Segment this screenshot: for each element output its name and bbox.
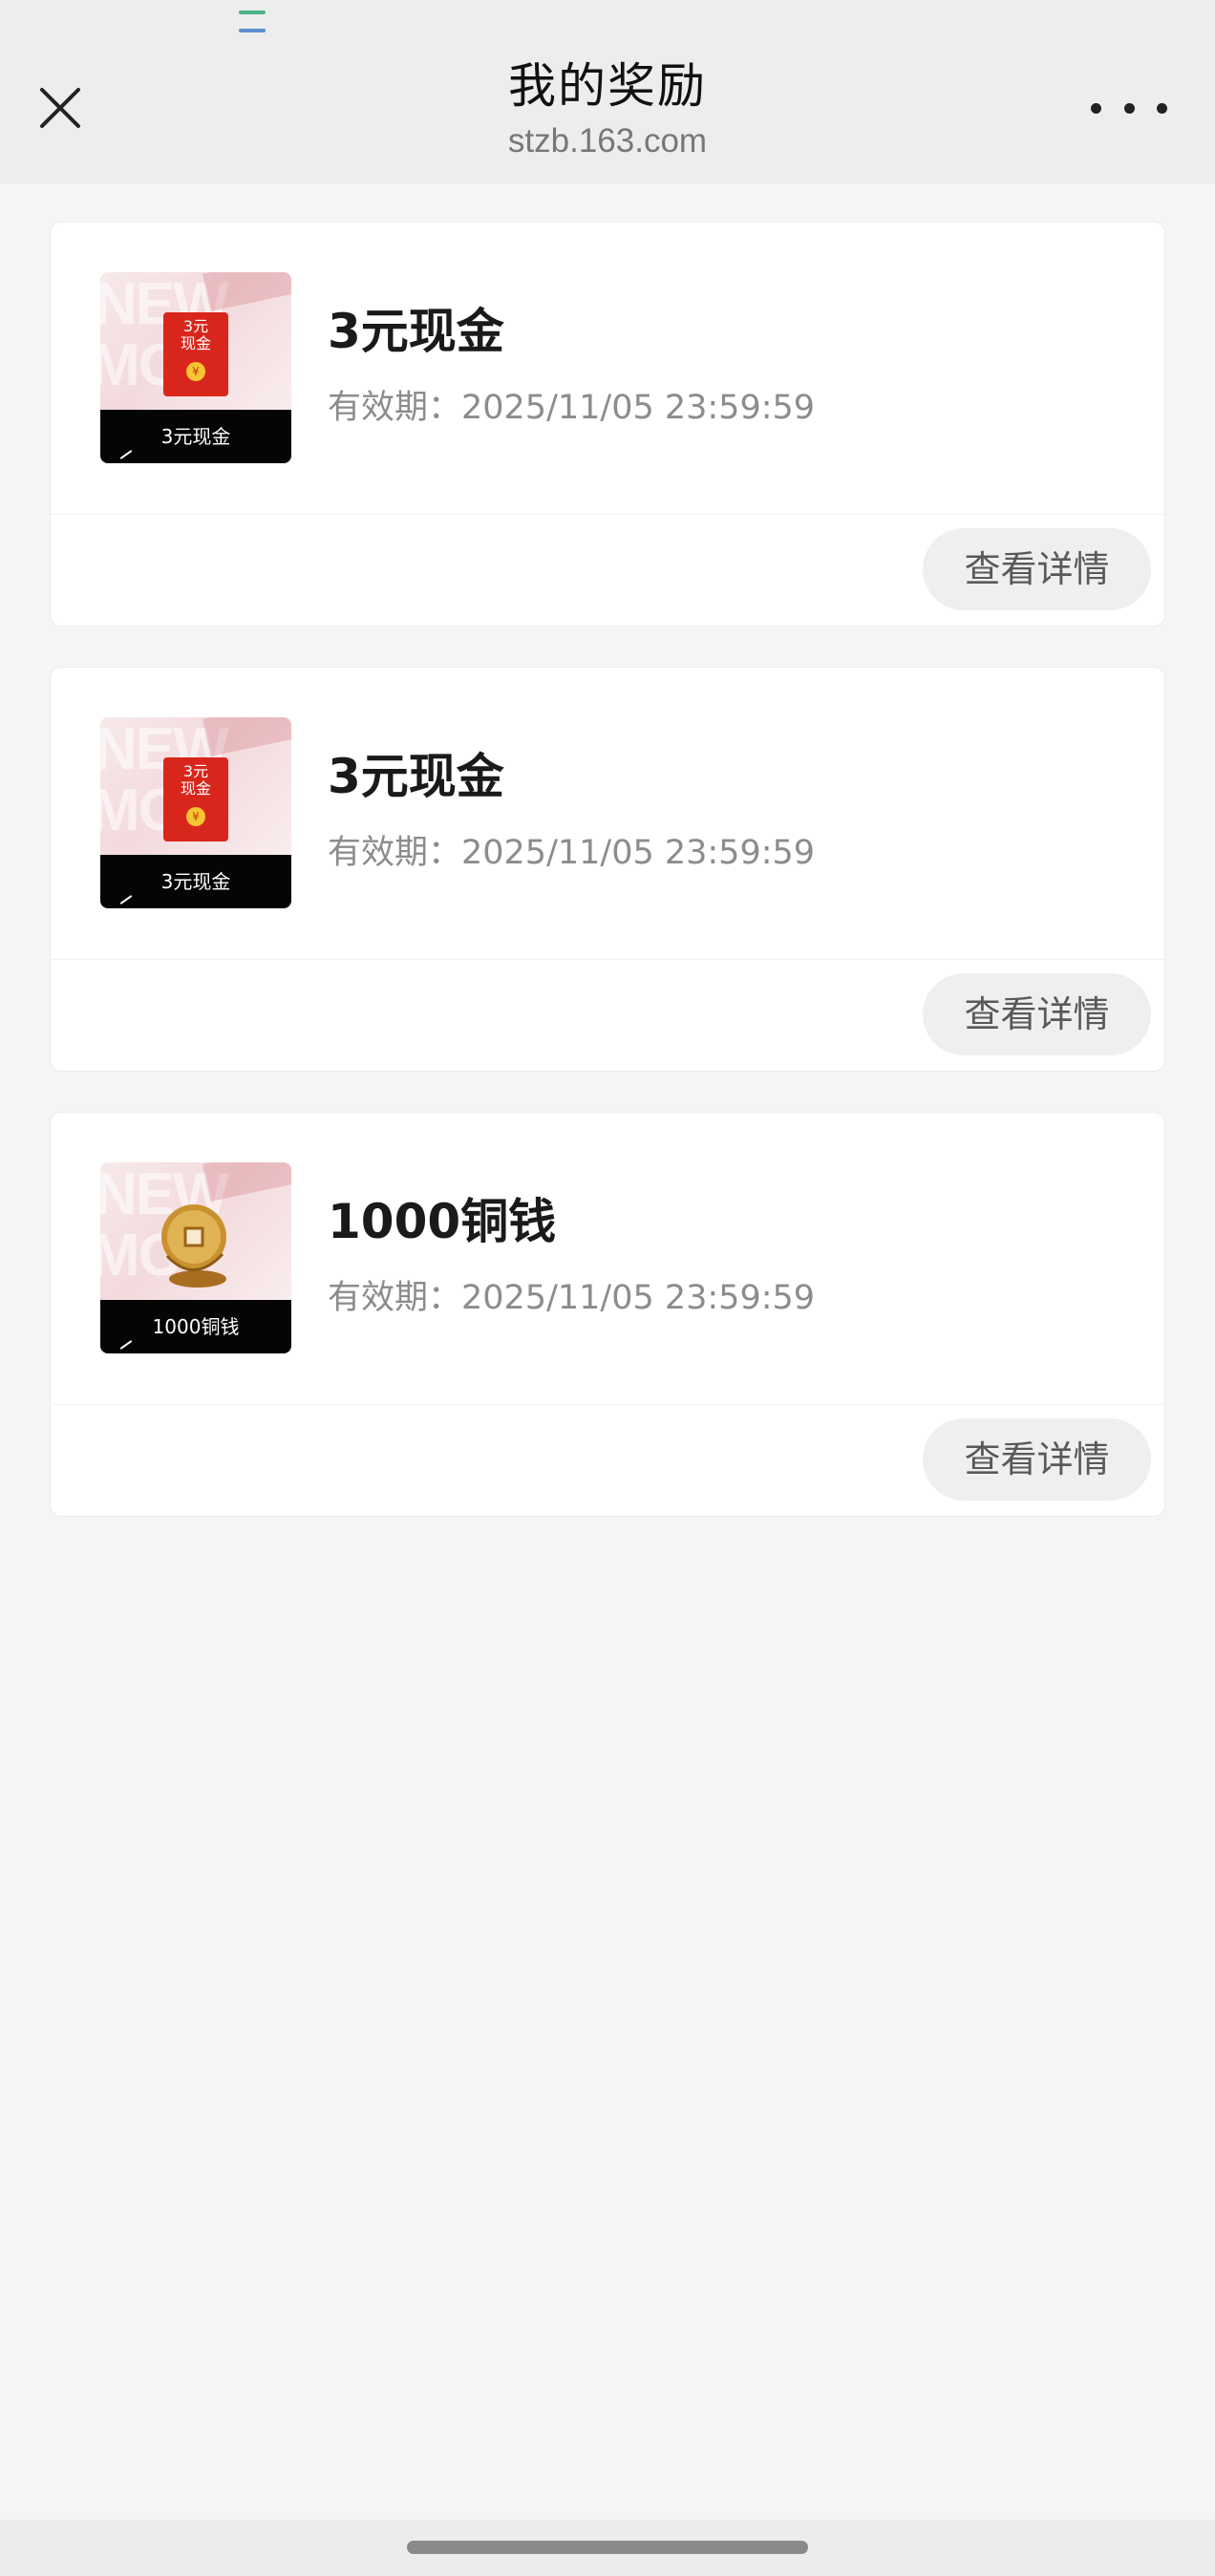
view-details-button[interactable]: 查看详情 (923, 1418, 1151, 1501)
reward-expiry: 有效期：2025/11/05 23:59:59 (328, 1279, 816, 1317)
more-menu-button[interactable] (1091, 84, 1167, 132)
red-envelope-icon: 3元 现金 ¥ (163, 757, 228, 841)
system-bottom-bar (0, 2520, 1215, 2576)
reward-name: 3元现金 (328, 304, 504, 359)
reward-name: 3元现金 (328, 749, 504, 804)
reward-card: NEW MO 3元 现金 ¥ 3元现金 3元现金 有效期：2025/11/05 2… (50, 222, 1165, 627)
view-details-button[interactable]: 查看详情 (923, 528, 1151, 610)
more-dot-icon (1091, 102, 1101, 114)
card-divider (51, 959, 1164, 960)
card-divider (51, 514, 1164, 515)
reward-expiry: 有效期：2025/11/05 23:59:59 (328, 834, 816, 872)
thumbnail-caption: 3元现金 (100, 855, 291, 908)
page-url: stzb.163.com (507, 122, 708, 160)
page-title: 我的奖励 (508, 58, 707, 114)
top-navigation-bar: 我的奖励 stzb.163.com (0, 0, 1215, 183)
reward-card-body: NEW MO 3元 现金 ¥ 3元现金 3元现金 有效期：2025/11/05 2… (51, 223, 1164, 514)
reward-expiry: 有效期：2025/11/05 23:59:59 (328, 389, 816, 427)
reward-name: 1000铜钱 (328, 1194, 557, 1249)
reward-card: NEW MO 3元 现金 ¥ 3元现金 3元现金 有效期：2025/11/05 2… (50, 667, 1165, 1072)
more-dot-icon (1123, 102, 1135, 114)
reward-card: NEW MO 1000铜钱 1000铜钱 有效期：2025/11/05 23:5… (50, 1112, 1165, 1517)
card-divider (51, 1404, 1164, 1405)
reward-thumbnail: NEW MO 3元 现金 ¥ 3元现金 (100, 272, 291, 463)
more-dot-icon (1157, 102, 1167, 114)
home-indicator[interactable] (407, 2541, 808, 2554)
thumbnail-caption: 3元现金 (100, 410, 291, 463)
reward-card-body: NEW MO 1000铜钱 1000铜钱 有效期：2025/11/05 23:5… (51, 1113, 1164, 1404)
title-area: 我的奖励 stzb.163.com (0, 55, 1215, 164)
status-bar-fragment (239, 0, 325, 32)
reward-card-body: NEW MO 3元 现金 ¥ 3元现金 3元现金 有效期：2025/11/05 2… (51, 668, 1164, 959)
reward-thumbnail: NEW MO 1000铜钱 (100, 1162, 291, 1353)
copper-coin-icon (161, 1204, 226, 1288)
reward-thumbnail: NEW MO 3元 现金 ¥ 3元现金 (100, 717, 291, 908)
thumbnail-caption: 1000铜钱 (100, 1300, 291, 1353)
red-envelope-icon: 3元 现金 ¥ (163, 312, 228, 396)
view-details-button[interactable]: 查看详情 (923, 973, 1151, 1055)
